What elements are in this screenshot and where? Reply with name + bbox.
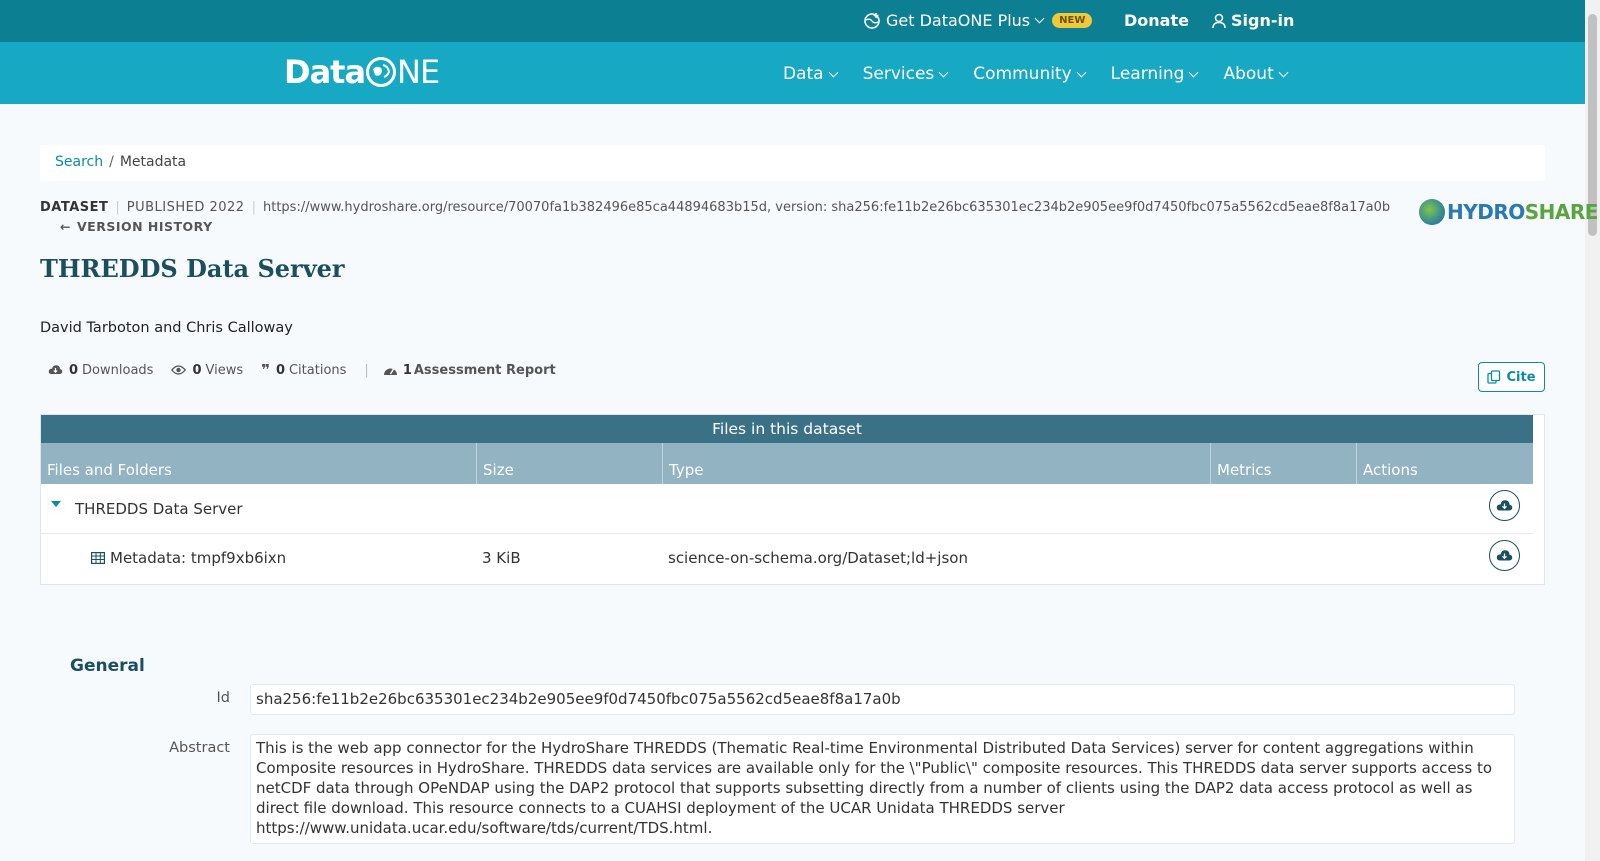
logo-text-data: Data xyxy=(284,53,366,91)
id-value: sha256:fe11b2e26bc635301ec234b2e905ee9f0… xyxy=(250,684,1515,715)
nav-community[interactable]: Community xyxy=(973,64,1087,84)
files-table: Files in this dataset Files and Folders … xyxy=(40,414,1545,585)
published-label: PUBLISHED 2022 xyxy=(126,200,245,215)
sign-in-link[interactable]: Sign-in xyxy=(1212,11,1294,30)
downloads-stat: 0 Downloads xyxy=(48,363,153,378)
get-dataone-plus-label: Get DataONE Plus xyxy=(886,11,1031,30)
citations-stat: ❞ 0 Citations xyxy=(261,361,346,379)
nav-about-label: About xyxy=(1223,64,1274,84)
copy-icon xyxy=(1487,370,1501,384)
files-table-title: Files in this dataset xyxy=(41,415,1533,443)
nav-community-label: Community xyxy=(973,64,1072,84)
page-title: THREDDS Data Server xyxy=(40,254,345,283)
hydroshare-logo[interactable]: HYDRO SHARE xyxy=(1419,199,1598,225)
breadcrumb-separator: / xyxy=(109,154,114,170)
chevron-down-icon xyxy=(828,67,839,77)
nav-data-label: Data xyxy=(783,64,824,84)
main-nav: Data Services Community Learning About xyxy=(783,64,1289,84)
folder-row[interactable]: THREDDS Data Server xyxy=(41,484,1533,534)
hydroshare-globe-icon xyxy=(1419,199,1445,225)
chevron-down-icon xyxy=(1076,67,1087,77)
nav-services-label: Services xyxy=(862,64,935,84)
hydroshare-logo-text-a: HYDRO xyxy=(1447,200,1525,224)
donate-link[interactable]: Donate xyxy=(1124,11,1189,30)
views-label: Views xyxy=(205,362,244,378)
abstract-label: Abstract xyxy=(169,740,230,756)
dataset-type-label: DATASET xyxy=(40,200,109,215)
nav-about[interactable]: About xyxy=(1223,64,1289,84)
assessment-report-link[interactable]: 1 Assessment Report xyxy=(383,363,556,378)
column-header-metrics: Metrics xyxy=(1210,443,1356,484)
nav-services[interactable]: Services xyxy=(862,64,949,84)
nav-learning-label: Learning xyxy=(1110,64,1185,84)
dataset-stats: 0 Downloads 0 Views ❞ 0 Citations | 1 Assess… xyxy=(48,361,574,379)
column-header-actions: Actions xyxy=(1356,443,1533,484)
sign-in-label: Sign-in xyxy=(1231,11,1295,30)
downloads-label: Downloads xyxy=(82,362,154,378)
assessment-count: 1 xyxy=(402,362,412,378)
cite-button[interactable]: Cite xyxy=(1478,362,1545,392)
arrow-left-icon: ← xyxy=(60,219,71,234)
download-file-button[interactable] xyxy=(1489,540,1520,571)
eye-icon xyxy=(171,365,187,375)
download-folder-button[interactable] xyxy=(1489,490,1520,521)
cloud-download-icon xyxy=(1496,500,1513,511)
file-type: science-on-schema.org/Dataset;ld+json xyxy=(668,549,968,567)
dataset-meta-line: DATASET | PUBLISHED 2022 | https://www.hydro… xyxy=(40,200,1390,215)
globe-plus-icon xyxy=(864,12,880,29)
hydroshare-logo-text-b: SHARE xyxy=(1524,200,1599,224)
file-size: 3 KiB xyxy=(482,549,521,567)
views-count: 0 xyxy=(192,362,202,378)
chevron-down-icon xyxy=(1189,67,1199,77)
nav-data[interactable]: Data xyxy=(783,64,839,84)
chevron-down-icon xyxy=(1278,67,1289,77)
citations-count: 0 xyxy=(275,362,285,378)
file-name[interactable]: Metadata: tmpf9xb6ixn xyxy=(110,549,286,567)
caret-down-icon[interactable] xyxy=(51,501,61,507)
breadcrumb: Search / Metadata xyxy=(40,145,1545,181)
cloud-download-icon xyxy=(1496,550,1513,561)
top-utility-bar: Get DataONE Plus NEW Donate Sign-in xyxy=(0,0,1585,42)
page-scrollbar[interactable] xyxy=(1585,0,1600,861)
version-history-label: VERSION HISTORY xyxy=(76,219,213,234)
assessment-label: Assessment Report xyxy=(413,362,556,378)
citations-label: Citations xyxy=(288,362,347,378)
downloads-count: 0 xyxy=(69,362,79,378)
chevron-down-icon xyxy=(938,67,949,77)
file-row[interactable]: Metadata: tmpf9xb6ixn 3 KiB science-on-s… xyxy=(41,534,1533,584)
nav-learning[interactable]: Learning xyxy=(1110,64,1199,84)
dataset-identifier: https://www.hydroshare.org/resource/7007… xyxy=(262,200,1391,215)
table-icon xyxy=(91,552,105,564)
quote-icon: ❞ xyxy=(261,361,270,379)
breadcrumb-current: Metadata xyxy=(119,154,187,170)
general-section-title: General xyxy=(70,656,145,676)
gauge-icon xyxy=(383,368,397,375)
id-label: Id xyxy=(216,690,230,706)
breadcrumb-search-link[interactable]: Search xyxy=(55,154,103,170)
user-icon xyxy=(1212,13,1226,28)
chevron-down-icon xyxy=(1034,13,1045,24)
column-header-type: Type xyxy=(662,443,1210,484)
get-dataone-plus-menu[interactable]: Get DataONE Plus NEW xyxy=(863,11,1093,30)
dataset-authors: David Tarboton and Chris Calloway xyxy=(40,320,293,336)
divider: | xyxy=(115,200,120,215)
views-stat: 0 Views xyxy=(171,363,243,378)
column-header-size: Size xyxy=(476,443,662,484)
logo-text-ne: NE xyxy=(397,53,440,91)
folder-name[interactable]: THREDDS Data Server xyxy=(75,500,243,518)
divider: | xyxy=(364,362,369,378)
abstract-value: This is the web app connector for the Hy… xyxy=(250,734,1515,844)
new-badge: NEW xyxy=(1052,13,1093,28)
globe-icon xyxy=(366,57,397,87)
cloud-download-icon xyxy=(48,365,63,374)
column-header-files: Files and Folders xyxy=(47,461,172,479)
divider: | xyxy=(251,200,256,215)
cite-label: Cite xyxy=(1506,369,1536,385)
dataone-logo[interactable]: Data NE xyxy=(284,53,440,91)
files-table-header: Files and Folders Size Type Metrics Acti… xyxy=(41,443,1533,484)
version-history-link[interactable]: ← VERSION HISTORY xyxy=(60,219,213,234)
